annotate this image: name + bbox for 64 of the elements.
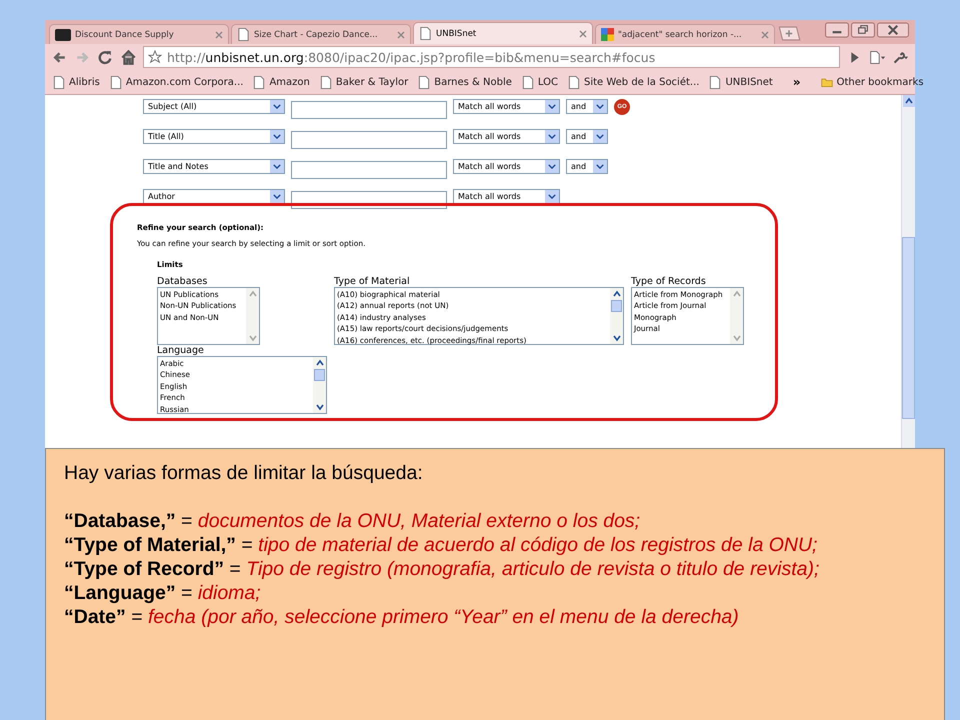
- field-dropdown[interactable]: Subject (All): [143, 99, 285, 114]
- reload-icon[interactable]: [97, 48, 114, 66]
- page-icon: [568, 76, 580, 88]
- definition-text: “Language” = idioma;: [64, 581, 262, 605]
- list-label: Databases: [157, 276, 208, 287]
- list-label: Language: [157, 345, 205, 356]
- address-bar[interactable]: http://unbisnet.un.org:8080/ipac20/ipac.jsp?profile=bib&menu=search#focus: [143, 46, 840, 68]
- page-icon: [253, 76, 266, 88]
- page-scrollbar[interactable]: [901, 95, 915, 450]
- colored-square-icon: [601, 28, 614, 41]
- operator-dropdown[interactable]: and: [566, 159, 608, 174]
- scrollbar[interactable]: [313, 357, 326, 413]
- page-icon: [53, 76, 65, 88]
- list-label: Type of Records: [631, 276, 707, 287]
- list-label: Type of Material: [334, 276, 411, 287]
- other-bookmarks[interactable]: Other bookmarks: [820, 76, 924, 88]
- definition-text: “Type of Record” = Tipo de registro (monografia, articulo de revista o titulo de revista);: [64, 557, 820, 581]
- page-icon: [522, 76, 534, 88]
- match-dropdown[interactable]: Match all words: [453, 99, 560, 114]
- operator-dropdown[interactable]: and: [566, 99, 608, 114]
- search-input[interactable]: [291, 131, 447, 149]
- match-dropdown[interactable]: Match all words: [453, 129, 560, 144]
- browser-tab[interactable]: Discount Dance Supply: [49, 24, 229, 44]
- match-dropdown[interactable]: Match all words: [453, 159, 560, 174]
- match-dropdown[interactable]: Match all words: [453, 189, 560, 204]
- intro-text: Hay varias formas de limitar la búsqueda:: [64, 461, 424, 485]
- bookmark[interactable]: Amazon.com Corpora...: [110, 76, 244, 88]
- bookmark[interactable]: Barnes & Noble: [418, 76, 512, 88]
- browser-tab[interactable]: Size Chart - Capezio Dance...: [231, 24, 411, 44]
- field-dropdown[interactable]: Title (All): [143, 129, 285, 144]
- definition-text: “Database,” = documentos de la ONU, Material externo o los dos;: [64, 509, 642, 533]
- page-menu-icon[interactable]: [869, 48, 886, 66]
- bookmark[interactable]: LOC: [522, 76, 558, 88]
- logo-icon: [55, 28, 71, 40]
- restore-icon[interactable]: [851, 22, 875, 38]
- page-icon: [237, 28, 250, 41]
- bookmark[interactable]: Alibris: [53, 76, 100, 88]
- bookmark[interactable]: Amazon: [253, 76, 310, 88]
- bookmark[interactable]: UNBISnet: [709, 76, 773, 88]
- definition-text: “Date” = fecha (por año, seleccione primero “Year” en el menu de la derecha): [64, 605, 740, 629]
- page-icon: [110, 76, 122, 88]
- close-icon[interactable]: [579, 30, 587, 38]
- scrollbar[interactable]: [610, 288, 623, 344]
- operator-dropdown[interactable]: and: [566, 129, 608, 144]
- bookmark[interactable]: Baker & Taylor: [320, 76, 408, 88]
- scroll-up-icon[interactable]: [902, 95, 914, 107]
- minimize-icon[interactable]: [825, 22, 849, 38]
- new-tab-icon[interactable]: [777, 26, 801, 41]
- page-icon: [320, 76, 332, 88]
- field-dropdown[interactable]: Title and Notes: [143, 159, 285, 174]
- definition-text: “Type of Material,” = tipo de material de acuerdo al código de los registros de la ONU;: [64, 533, 818, 557]
- more-bookmarks-button[interactable]: »: [792, 75, 801, 89]
- star-icon[interactable]: [148, 50, 162, 64]
- page-icon: [709, 76, 722, 88]
- bookmark[interactable]: Site Web de la Sociét...: [568, 76, 700, 88]
- close-icon[interactable]: [877, 22, 909, 38]
- field-dropdown[interactable]: Author: [143, 189, 285, 204]
- browser-tab[interactable]: "adjacent" search horizon -...: [595, 24, 775, 44]
- page-icon: [418, 76, 430, 88]
- browser-tab[interactable]: UNBISnet: [413, 22, 593, 44]
- search-input[interactable]: [291, 101, 447, 119]
- home-icon[interactable]: [120, 48, 137, 66]
- page-icon: [419, 27, 432, 40]
- search-input[interactable]: [291, 161, 447, 179]
